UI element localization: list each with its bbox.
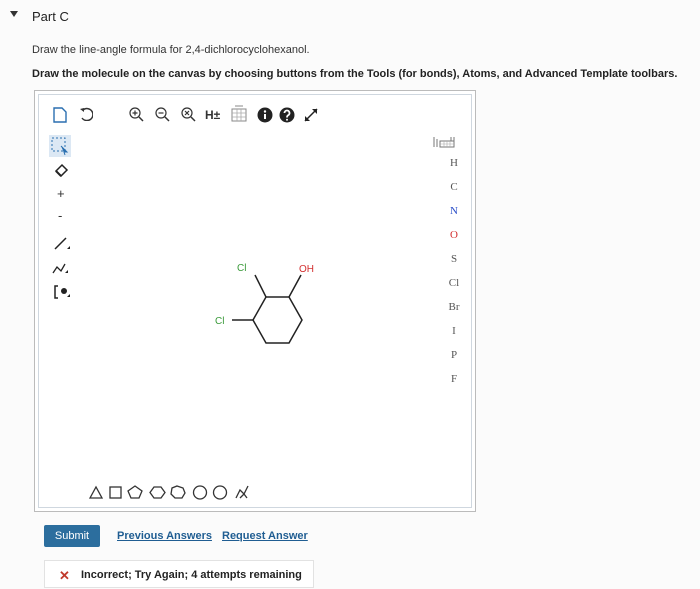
cycloheptane-template-icon[interactable]: [170, 485, 186, 499]
cl-top-label[interactable]: Cl: [237, 263, 246, 274]
collapse-caret-icon[interactable]: [10, 11, 18, 17]
oh-label[interactable]: OH: [299, 264, 314, 275]
cyclohexane-ring[interactable]: [252, 296, 303, 344]
molecule-editor: H± + - H C N O S Cl Br I P F OH Cl Cl: [34, 90, 476, 512]
editor-canvas-frame: H± + - H C N O S Cl Br I P F OH Cl Cl: [38, 94, 472, 508]
cyclopropane-template-icon[interactable]: [88, 485, 104, 499]
previous-answers-link[interactable]: Previous Answers: [117, 530, 212, 542]
cl-left-label[interactable]: Cl: [215, 316, 224, 327]
cyclooctane-template-icon[interactable]: [192, 485, 208, 500]
bond-to-oh[interactable]: [288, 274, 302, 298]
bond-to-cl-top[interactable]: [254, 274, 267, 298]
cyclononane-template-icon[interactable]: [212, 485, 228, 500]
request-answer-link[interactable]: Request Answer: [222, 530, 308, 542]
feedback-banner: ✕ Incorrect; Try Again; 4 attempts remai…: [44, 560, 314, 588]
drawing-canvas[interactable]: OH Cl Cl: [39, 95, 473, 509]
drawing-instructions: Draw the molecule on the canvas by choos…: [32, 68, 678, 80]
cyclobutane-template-icon[interactable]: [109, 486, 122, 499]
benzene-template-icon[interactable]: [235, 485, 249, 499]
part-header[interactable]: Part C: [0, 0, 700, 34]
template-toolbar: [87, 483, 277, 501]
incorrect-icon: ✕: [59, 568, 70, 583]
cyclohexane-template-icon[interactable]: [149, 486, 166, 499]
question-prompt: Draw the line-angle formula for 2,4-dich…: [32, 44, 310, 56]
cyclopentane-template-icon[interactable]: [127, 485, 143, 499]
submit-button[interactable]: Submit: [44, 525, 100, 547]
part-title: Part C: [32, 9, 69, 24]
feedback-message: Incorrect; Try Again; 4 attempts remaini…: [81, 569, 302, 581]
